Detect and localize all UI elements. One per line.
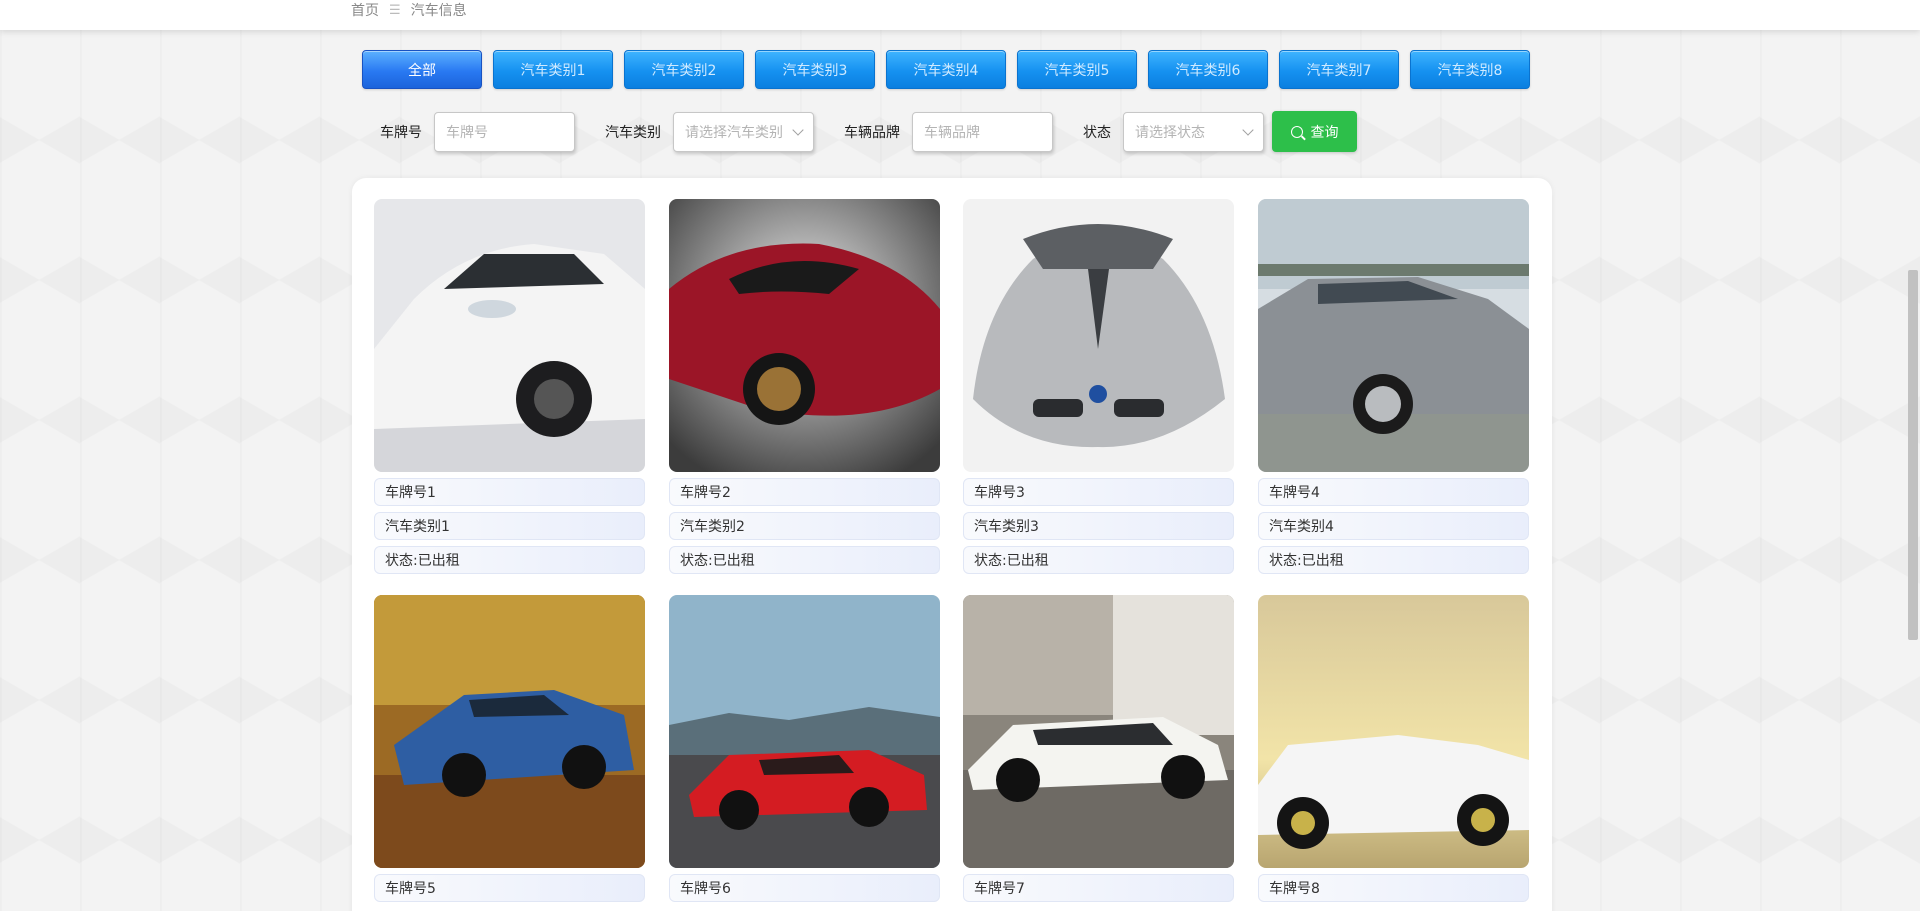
breadcrumb-home[interactable]: 首页 bbox=[351, 0, 379, 20]
query-button[interactable]: 查询 bbox=[1272, 111, 1357, 152]
car-card[interactable]: 车牌号5 bbox=[374, 595, 645, 902]
car-photo[interactable] bbox=[1258, 595, 1529, 868]
brand-input[interactable]: 车辆品牌 bbox=[912, 111, 1053, 152]
plate-input[interactable]: 车牌号 bbox=[434, 111, 575, 152]
brand-label: 车辆品牌 bbox=[844, 124, 900, 141]
car-photo-image bbox=[1258, 199, 1529, 472]
car-category: 汽车类别2 bbox=[669, 512, 940, 540]
status-label: 状态 bbox=[1083, 124, 1111, 141]
car-photo[interactable] bbox=[963, 199, 1234, 472]
car-status: 状态:已出租 bbox=[374, 546, 645, 574]
category-select-placeholder: 请选择汽车类别 bbox=[685, 124, 783, 141]
car-plate: 车牌号6 bbox=[669, 874, 940, 902]
car-category: 汽车类别4 bbox=[1258, 512, 1529, 540]
page-scrollbar[interactable] bbox=[1908, 270, 1918, 640]
car-photo[interactable] bbox=[374, 199, 645, 472]
category-select[interactable]: 请选择汽车类别 bbox=[673, 111, 814, 152]
car-status: 状态:已出租 bbox=[1258, 546, 1529, 574]
car-plate: 车牌号5 bbox=[374, 874, 645, 902]
chevron-down-icon bbox=[1242, 123, 1254, 136]
tab-category-8[interactable]: 汽车类别8 bbox=[1410, 50, 1530, 89]
car-photo-image bbox=[1258, 595, 1529, 868]
car-plate: 车牌号7 bbox=[963, 874, 1234, 902]
car-photo[interactable] bbox=[1258, 199, 1529, 472]
tab-category-5[interactable]: 汽车类别5 bbox=[1017, 50, 1137, 89]
category-tabs: 全部 汽车类别1 汽车类别2 汽车类别3 汽车类别4 汽车类别5 汽车类别6 汽… bbox=[362, 50, 1530, 89]
top-header: 首页 ☰ 汽车信息 bbox=[0, 0, 1920, 30]
tab-category-1[interactable]: 汽车类别1 bbox=[493, 50, 613, 89]
car-photo-image bbox=[374, 595, 645, 868]
car-photo[interactable] bbox=[374, 595, 645, 868]
car-card[interactable]: 车牌号7 bbox=[963, 595, 1234, 902]
tab-category-4[interactable]: 汽车类别4 bbox=[886, 50, 1006, 89]
search-filters: 车牌号 车牌号 汽车类别 请选择汽车类别 车辆品牌 车辆品牌 状态 请选择状态 … bbox=[380, 111, 1357, 152]
car-photo-image bbox=[963, 199, 1234, 472]
car-photo-image bbox=[669, 595, 940, 868]
car-status: 状态:已出租 bbox=[963, 546, 1234, 574]
status-select-placeholder: 请选择状态 bbox=[1135, 124, 1205, 141]
car-card[interactable]: 车牌号8 bbox=[1258, 595, 1529, 902]
status-select[interactable]: 请选择状态 bbox=[1123, 111, 1264, 152]
car-photo-image bbox=[374, 199, 645, 472]
query-button-label: 查询 bbox=[1310, 124, 1339, 141]
tab-category-3[interactable]: 汽车类别3 bbox=[755, 50, 875, 89]
car-photo-image bbox=[669, 199, 940, 472]
search-icon bbox=[1290, 125, 1303, 138]
car-photo[interactable] bbox=[669, 595, 940, 868]
car-card[interactable]: 车牌号2 汽车类别2 状态:已出租 bbox=[669, 199, 940, 574]
car-card[interactable]: 车牌号4 汽车类别4 状态:已出租 bbox=[1258, 199, 1529, 574]
car-category: 汽车类别1 bbox=[374, 512, 645, 540]
car-photo[interactable] bbox=[669, 199, 940, 472]
category-label: 汽车类别 bbox=[605, 124, 661, 141]
car-plate: 车牌号1 bbox=[374, 478, 645, 506]
chevron-down-icon bbox=[792, 123, 804, 136]
breadcrumb: 首页 ☰ 汽车信息 bbox=[351, 0, 467, 20]
car-plate: 车牌号8 bbox=[1258, 874, 1529, 902]
tab-category-7[interactable]: 汽车类别7 bbox=[1279, 50, 1399, 89]
breadcrumb-separator-icon: ☰ bbox=[389, 2, 401, 18]
car-card[interactable]: 车牌号6 bbox=[669, 595, 940, 902]
car-plate: 车牌号3 bbox=[963, 478, 1234, 506]
tab-category-6[interactable]: 汽车类别6 bbox=[1148, 50, 1268, 89]
plate-label: 车牌号 bbox=[380, 124, 422, 141]
car-category: 汽车类别3 bbox=[963, 512, 1234, 540]
car-card[interactable]: 车牌号3 汽车类别3 状态:已出租 bbox=[963, 199, 1234, 574]
car-status: 状态:已出租 bbox=[669, 546, 940, 574]
car-plate: 车牌号2 bbox=[669, 478, 940, 506]
breadcrumb-current: 汽车信息 bbox=[410, 3, 467, 19]
tab-category-2[interactable]: 汽车类别2 bbox=[624, 50, 744, 89]
tab-all[interactable]: 全部 bbox=[362, 50, 482, 89]
car-photo[interactable] bbox=[963, 595, 1234, 868]
car-photo-image bbox=[963, 595, 1234, 868]
car-plate: 车牌号4 bbox=[1258, 478, 1529, 506]
car-card[interactable]: 车牌号1 汽车类别1 状态:已出租 bbox=[374, 199, 645, 574]
